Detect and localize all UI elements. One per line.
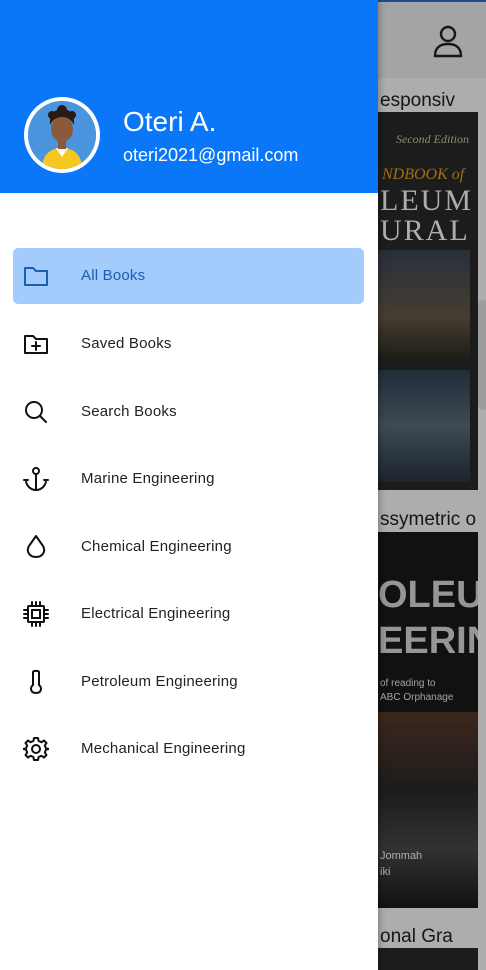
menu-item-all-books[interactable]: All Books [13, 248, 364, 304]
navigation-drawer: Oteri A. oteri2021@gmail.com All Books S… [0, 0, 378, 970]
gear-icon [23, 736, 49, 762]
menu-item-label: Search Books [81, 403, 177, 420]
search-icon [23, 399, 49, 425]
droplet-icon [23, 534, 49, 560]
menu-item-electrical-engineering[interactable]: Electrical Engineering [13, 586, 364, 642]
user-name: Oteri A. [123, 106, 217, 137]
menu-item-label: Petroleum Engineering [81, 673, 238, 690]
menu-item-marine-engineering[interactable]: Marine Engineering [13, 451, 364, 507]
menu-item-search-books[interactable]: Search Books [13, 384, 364, 440]
folder-icon [23, 263, 49, 289]
menu-item-mechanical-engineering[interactable]: Mechanical Engineering [13, 721, 364, 777]
menu-item-label: Electrical Engineering [81, 605, 231, 622]
menu-item-label: Marine Engineering [81, 470, 215, 487]
folder-plus-icon [23, 331, 49, 357]
user-email: oteri2021@gmail.com [123, 145, 299, 165]
menu-item-saved-books[interactable]: Saved Books [13, 316, 364, 372]
menu-item-petroleum-engineering[interactable]: Petroleum Engineering [13, 654, 364, 710]
anchor-icon [23, 466, 49, 492]
chip-icon [23, 601, 49, 627]
menu-item-label: Chemical Engineering [81, 538, 232, 555]
menu-item-label: Saved Books [81, 335, 172, 352]
avatar-image [28, 101, 96, 169]
menu-item-label: Mechanical Engineering [81, 740, 246, 757]
drawer-header: Oteri A. oteri2021@gmail.com [0, 0, 378, 193]
menu-item-label: All Books [81, 267, 146, 284]
menu-item-chemical-engineering[interactable]: Chemical Engineering [13, 519, 364, 575]
avatar[interactable] [24, 97, 100, 173]
thermometer-icon [23, 669, 49, 695]
